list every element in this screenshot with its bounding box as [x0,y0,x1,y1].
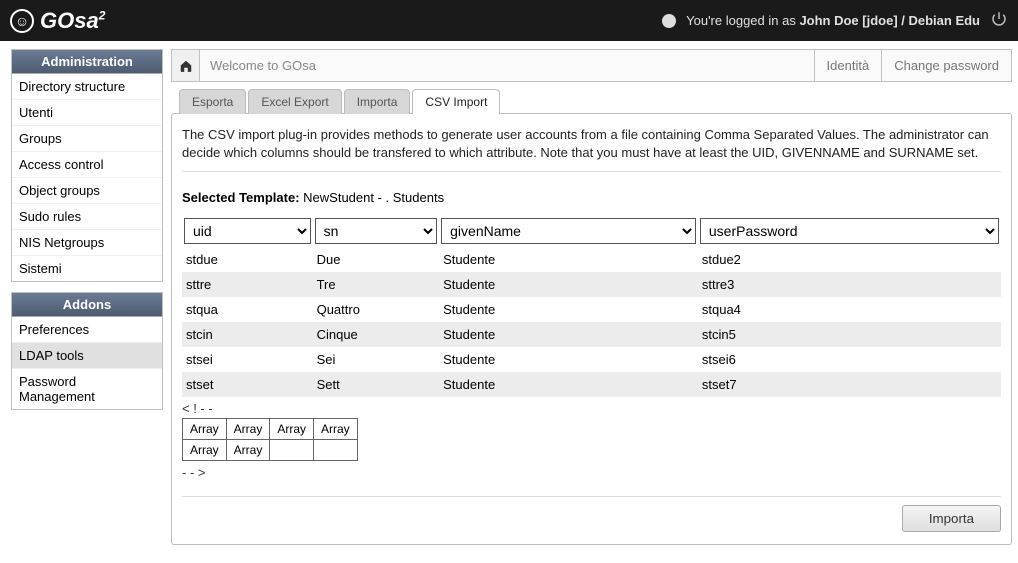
topbar-right: You're logged in as John Doe [jdoe] / De… [662,10,1008,31]
import-button[interactable]: Importa [902,505,1001,532]
sidebar-item-groups[interactable]: Groups [12,125,162,151]
table-row: stsetSettStudentestset7 [182,372,1001,397]
tab-csv-import[interactable]: CSV Import [412,89,500,114]
table-row: stcinCinqueStudentestcin5 [182,322,1001,347]
tabs: EsportaExcel ExportImportaCSV Import [171,88,1012,113]
panel-description: The CSV import plug-in provides methods … [182,126,1001,161]
debug-table: ArrayArrayArrayArrayArrayArray [182,418,358,461]
breadcrumb-title: Welcome to GOsa [200,50,814,81]
sidebar-item-directory-structure[interactable]: Directory structure [12,74,162,99]
identity-link[interactable]: Identità [814,50,882,81]
tab-esporta[interactable]: Esporta [179,89,246,114]
sidebar-item-sistemi[interactable]: Sistemi [12,255,162,281]
table-row: sttreTreStudentesttre3 [182,272,1001,297]
status-indicator-icon [662,14,676,28]
column-mapping-select-1[interactable]: sn [315,218,438,244]
app-name: GOsa2 [40,8,105,34]
topbar: ☺ GOsa2 You're logged in as John Doe [jd… [0,0,1018,41]
debug-open: < ! - - [182,401,1001,416]
sidebar-item-access-control[interactable]: Access control [12,151,162,177]
breadcrumb: Welcome to GOsa Identità Change password [171,49,1012,82]
sidebar-administration: Administration Directory structureUtenti… [11,49,163,282]
sidebar-admin-header: Administration [12,50,162,74]
divider [182,171,1001,172]
sidebar-item-nis-netgroups[interactable]: NIS Netgroups [12,229,162,255]
column-mapping-select-0[interactable]: uid [184,218,311,244]
logout-button[interactable] [990,10,1008,31]
csv-import-panel: The CSV import plug-in provides methods … [171,113,1012,545]
sidebar-item-preferences[interactable]: Preferences [12,317,162,342]
table-row: stseiSeiStudentestsei6 [182,347,1001,372]
sidebar: Administration Directory structureUtenti… [11,49,163,420]
tab-importa[interactable]: Importa [344,89,411,114]
sidebar-item-object-groups[interactable]: Object groups [12,177,162,203]
mapping-table: uidsngivenNameuserPassword stdueDueStude… [182,215,1001,397]
table-row: stquaQuattroStudentestqua4 [182,297,1001,322]
sidebar-addons-header: Addons [12,293,162,317]
login-status: You're logged in as John Doe [jdoe] / De… [686,13,980,28]
home-button[interactable] [172,50,200,81]
sidebar-item-ldap-tools[interactable]: LDAP tools [12,342,162,368]
selected-template: Selected Template: NewStudent - . Studen… [182,190,1001,205]
sidebar-item-sudo-rules[interactable]: Sudo rules [12,203,162,229]
logo-icon: ☺ [10,9,34,33]
sidebar-item-utenti[interactable]: Utenti [12,99,162,125]
app-logo: ☺ GOsa2 [10,8,105,34]
sidebar-addons: Addons PreferencesLDAP toolsPassword Man… [11,292,163,410]
divider [182,496,1001,497]
debug-close: - - > [182,465,1001,480]
main-area: Welcome to GOsa Identità Change password… [171,49,1012,545]
change-password-link[interactable]: Change password [881,50,1011,81]
column-mapping-select-3[interactable]: userPassword [700,218,999,244]
tab-excel-export[interactable]: Excel Export [248,89,341,114]
column-mapping-select-2[interactable]: givenName [441,218,696,244]
table-row: stdueDueStudentestdue2 [182,247,1001,272]
sidebar-item-password-management[interactable]: Password Management [12,368,162,409]
